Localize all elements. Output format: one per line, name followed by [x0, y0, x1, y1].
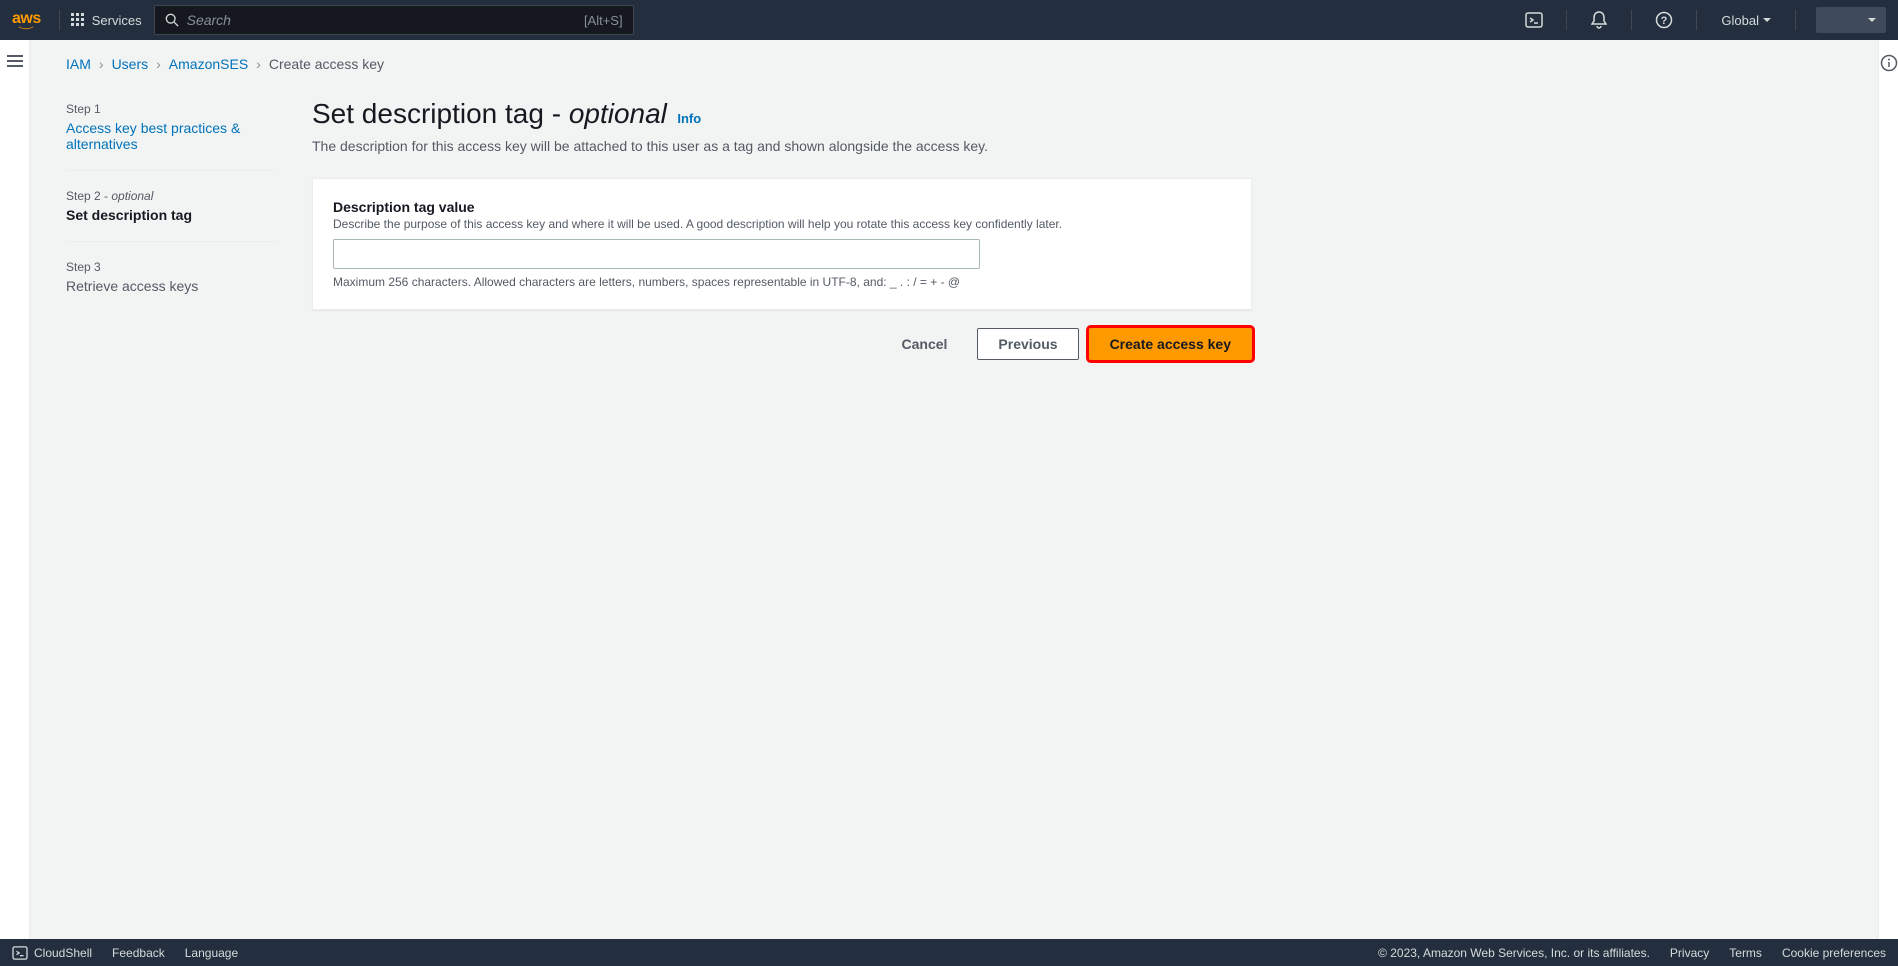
grid-icon — [70, 12, 86, 28]
services-label: Services — [92, 13, 142, 28]
chevron-right-icon: › — [156, 56, 161, 72]
step1-label: Step 1 — [66, 102, 276, 116]
cloudshell-icon — [12, 946, 28, 960]
services-menu-button[interactable]: Services — [70, 12, 142, 28]
nav-divider — [1795, 10, 1796, 30]
cloudshell-icon-button[interactable] — [1516, 0, 1552, 40]
cloudshell-label: CloudShell — [34, 946, 92, 960]
search-icon — [165, 13, 179, 27]
breadcrumb-current: Create access key — [269, 56, 384, 72]
step3-label: Step 3 — [66, 260, 276, 274]
breadcrumb: IAM › Users › AmazonSES › Create access … — [30, 40, 1878, 80]
step3-title: Retrieve access keys — [66, 278, 276, 294]
step1-link[interactable]: Access key best practices & alternatives — [66, 120, 276, 152]
breadcrumb-iam[interactable]: IAM — [66, 56, 91, 72]
account-menu[interactable] — [1816, 7, 1886, 33]
left-panel-toggle[interactable] — [0, 40, 30, 939]
copyright: © 2023, Amazon Web Services, Inc. or its… — [1378, 946, 1650, 960]
bell-icon — [1591, 11, 1607, 29]
search-shortcut: [Alt+S] — [584, 13, 623, 28]
svg-text:?: ? — [1661, 15, 1668, 27]
step2-label: Step 2 - optional — [66, 189, 276, 203]
terms-link[interactable]: Terms — [1729, 946, 1762, 960]
field-description: Describe the purpose of this access key … — [333, 217, 1231, 231]
form-panel: Description tag value Describe the purpo… — [312, 178, 1252, 310]
cloudshell-icon — [1525, 11, 1543, 29]
info-link[interactable]: Info — [677, 111, 701, 126]
page-title: Set description tag - optional — [312, 98, 667, 129]
feedback-link[interactable]: Feedback — [112, 946, 165, 960]
info-circle-icon — [1880, 54, 1898, 72]
help-icon: ? — [1655, 11, 1673, 29]
previous-button[interactable]: Previous — [977, 328, 1078, 360]
top-nav: aws Services [Alt+S] ? Global — [0, 0, 1898, 40]
field-label: Description tag value — [333, 199, 1231, 215]
breadcrumb-users[interactable]: Users — [112, 56, 149, 72]
wizard-steps: Step 1 Access key best practices & alter… — [66, 80, 276, 360]
aws-logo[interactable]: aws — [12, 10, 49, 30]
page-description: The description for this access key will… — [312, 138, 1252, 154]
chevron-right-icon: › — [99, 56, 104, 72]
region-label: Global — [1721, 13, 1759, 28]
language-link[interactable]: Language — [185, 946, 238, 960]
field-constraint: Maximum 256 characters. Allowed characte… — [333, 275, 1231, 289]
hamburger-icon — [7, 54, 23, 68]
region-selector[interactable]: Global — [1711, 13, 1781, 28]
cloudshell-footer[interactable]: CloudShell — [12, 946, 92, 960]
nav-divider — [1696, 10, 1697, 30]
chevron-right-icon: › — [256, 56, 261, 72]
description-tag-input[interactable] — [333, 239, 980, 269]
nav-divider — [1566, 10, 1567, 30]
right-panel-toggle[interactable] — [1878, 40, 1898, 939]
search-input[interactable] — [187, 12, 584, 28]
caret-down-icon — [1763, 18, 1771, 22]
caret-down-icon — [1868, 18, 1876, 22]
nav-divider — [1631, 10, 1632, 30]
help-button[interactable]: ? — [1646, 0, 1682, 40]
nav-divider — [59, 10, 60, 30]
button-row: Cancel Previous Create access key — [312, 328, 1252, 360]
create-access-key-button[interactable]: Create access key — [1089, 328, 1252, 360]
notifications-button[interactable] — [1581, 0, 1617, 40]
footer: CloudShell Feedback Language © 2023, Ama… — [0, 939, 1898, 966]
cookie-prefs-link[interactable]: Cookie preferences — [1782, 946, 1886, 960]
search-container[interactable]: [Alt+S] — [154, 5, 634, 35]
privacy-link[interactable]: Privacy — [1670, 946, 1709, 960]
breadcrumb-amazonses[interactable]: AmazonSES — [169, 56, 248, 72]
cancel-button[interactable]: Cancel — [882, 328, 968, 360]
step2-current: Set description tag — [66, 207, 276, 223]
